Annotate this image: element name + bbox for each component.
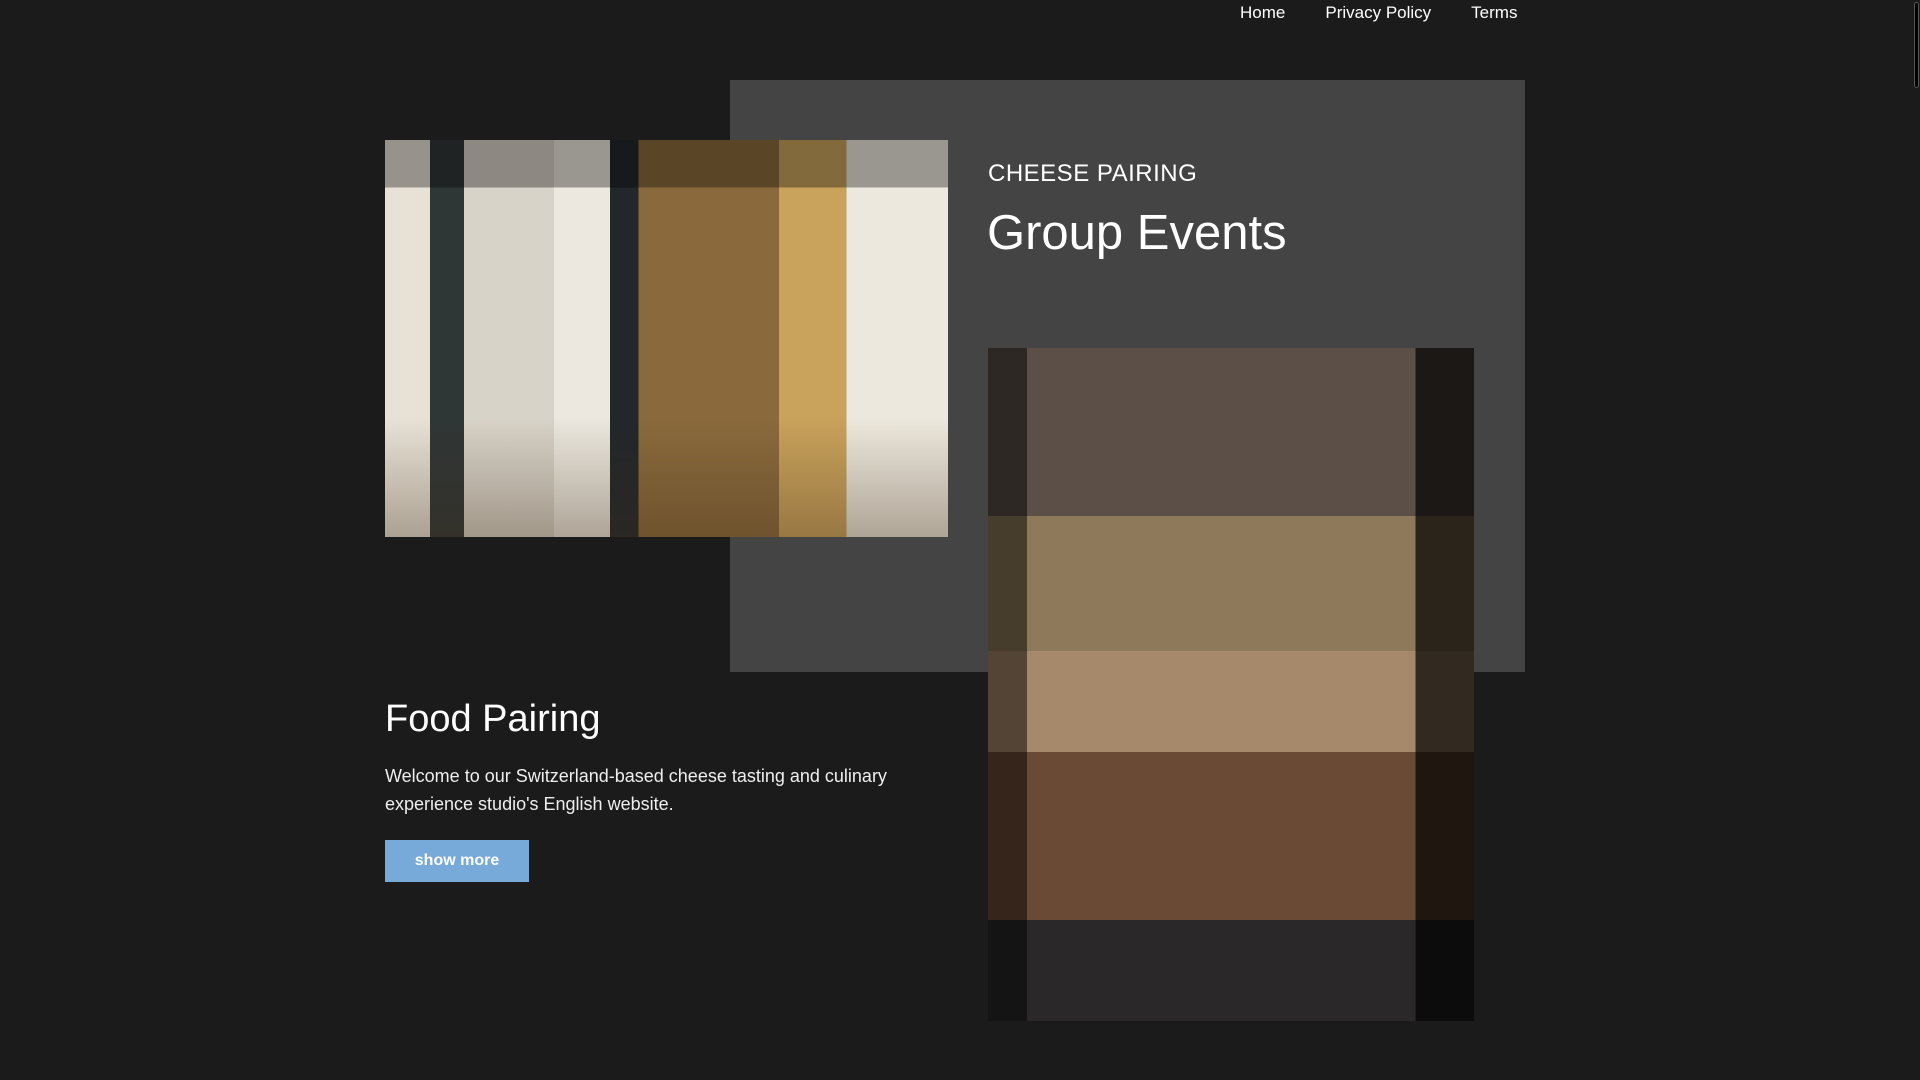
food-pairing-title: Food Pairing (385, 698, 601, 740)
food-pairing-description: Welcome to our Switzerland-based cheese … (385, 766, 887, 814)
top-nav: Home Privacy Policy Terms (1220, 0, 1537, 26)
nav-privacy-policy[interactable]: Privacy Policy (1305, 0, 1451, 26)
scrollbar[interactable] (1910, 0, 1920, 1080)
nav-terms[interactable]: Terms (1451, 0, 1537, 26)
cheese-shop-image (385, 140, 948, 537)
events-kicker: CHEESE PAIRING (988, 160, 1198, 187)
cheese-market-image (988, 348, 1474, 1021)
scrollbar-thumb[interactable] (1914, 2, 1919, 88)
show-more-button[interactable]: show more (385, 840, 529, 882)
nav-home[interactable]: Home (1220, 0, 1305, 26)
events-title: Group Events (987, 206, 1287, 260)
